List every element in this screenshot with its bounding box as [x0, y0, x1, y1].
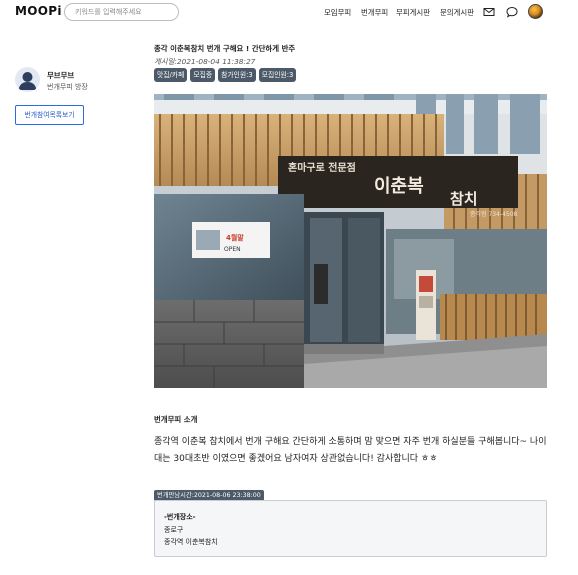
tag-category: 맛집/카페	[154, 68, 188, 82]
intro-label: 번개무피 소개	[154, 415, 198, 424]
restaurant-photo: 혼마구로 전문점 이춘복 참치 종각점 734-4508 4월말 OPEN	[154, 94, 547, 388]
tag-status: 모집중	[190, 68, 216, 82]
post-tags: 맛집/카페 모집중 참가인원:3 모집인원:3	[154, 68, 297, 82]
post-date: 게시일:2021-08-04 11:38:27	[154, 57, 256, 66]
chat-icon[interactable]	[506, 6, 518, 18]
storefront-image: 혼마구로 전문점 이춘복 참치 종각점 734-4508 4월말 OPEN	[154, 94, 547, 388]
profile-avatar	[15, 67, 40, 92]
nav-bungae-moopi[interactable]: 번개무피	[361, 7, 388, 18]
profile-role: 번개무피 방장	[47, 83, 88, 91]
nav-inquiry-board[interactable]: 문의게시판	[440, 7, 474, 18]
search-input[interactable]	[64, 3, 179, 21]
user-avatar[interactable]	[528, 4, 543, 19]
top-header: MOOPi 모임무피 번개무피 무피게시판 문의게시판	[0, 0, 578, 26]
svg-text:이춘복: 이춘복	[374, 176, 424, 197]
profile-name: 무브무브	[47, 71, 75, 80]
person-icon	[15, 67, 40, 92]
svg-text:OPEN: OPEN	[224, 246, 241, 253]
tag-participants: 참가인원:3	[218, 68, 256, 82]
site-logo[interactable]: MOOPi	[15, 4, 62, 18]
tag-capacity: 모집인원:3	[258, 68, 297, 82]
svg-text:참치: 참치	[450, 190, 478, 208]
mail-icon[interactable]	[483, 6, 495, 18]
nav-moim-moopi[interactable]: 모임무피	[324, 7, 351, 18]
place-heading: -번개장소-	[164, 513, 196, 521]
svg-text:4월말: 4월말	[226, 233, 244, 242]
svg-text:종각점 734-4508: 종각점 734-4508	[470, 211, 518, 218]
svg-text:혼마구로 전문점: 혼마구로 전문점	[288, 161, 356, 174]
post-title: 종각 이춘복참치 번개 구해요 ! 간단하게 반주	[154, 44, 296, 53]
place-district: 종로구	[164, 525, 184, 534]
nav-moopi-board[interactable]: 무피게시판	[396, 7, 430, 18]
place-detail: 종각역 이춘복참치	[164, 538, 218, 546]
view-participation-list-button[interactable]: 번개참여목록보기	[15, 105, 84, 125]
meeting-place-box: -번개장소- 종로구 종각역 이춘복참치	[154, 500, 547, 557]
intro-text: 종각역 이춘복 참치에서 번개 구해요 간단하게 소통하며 맘 맞으면 자주 번…	[154, 437, 547, 464]
